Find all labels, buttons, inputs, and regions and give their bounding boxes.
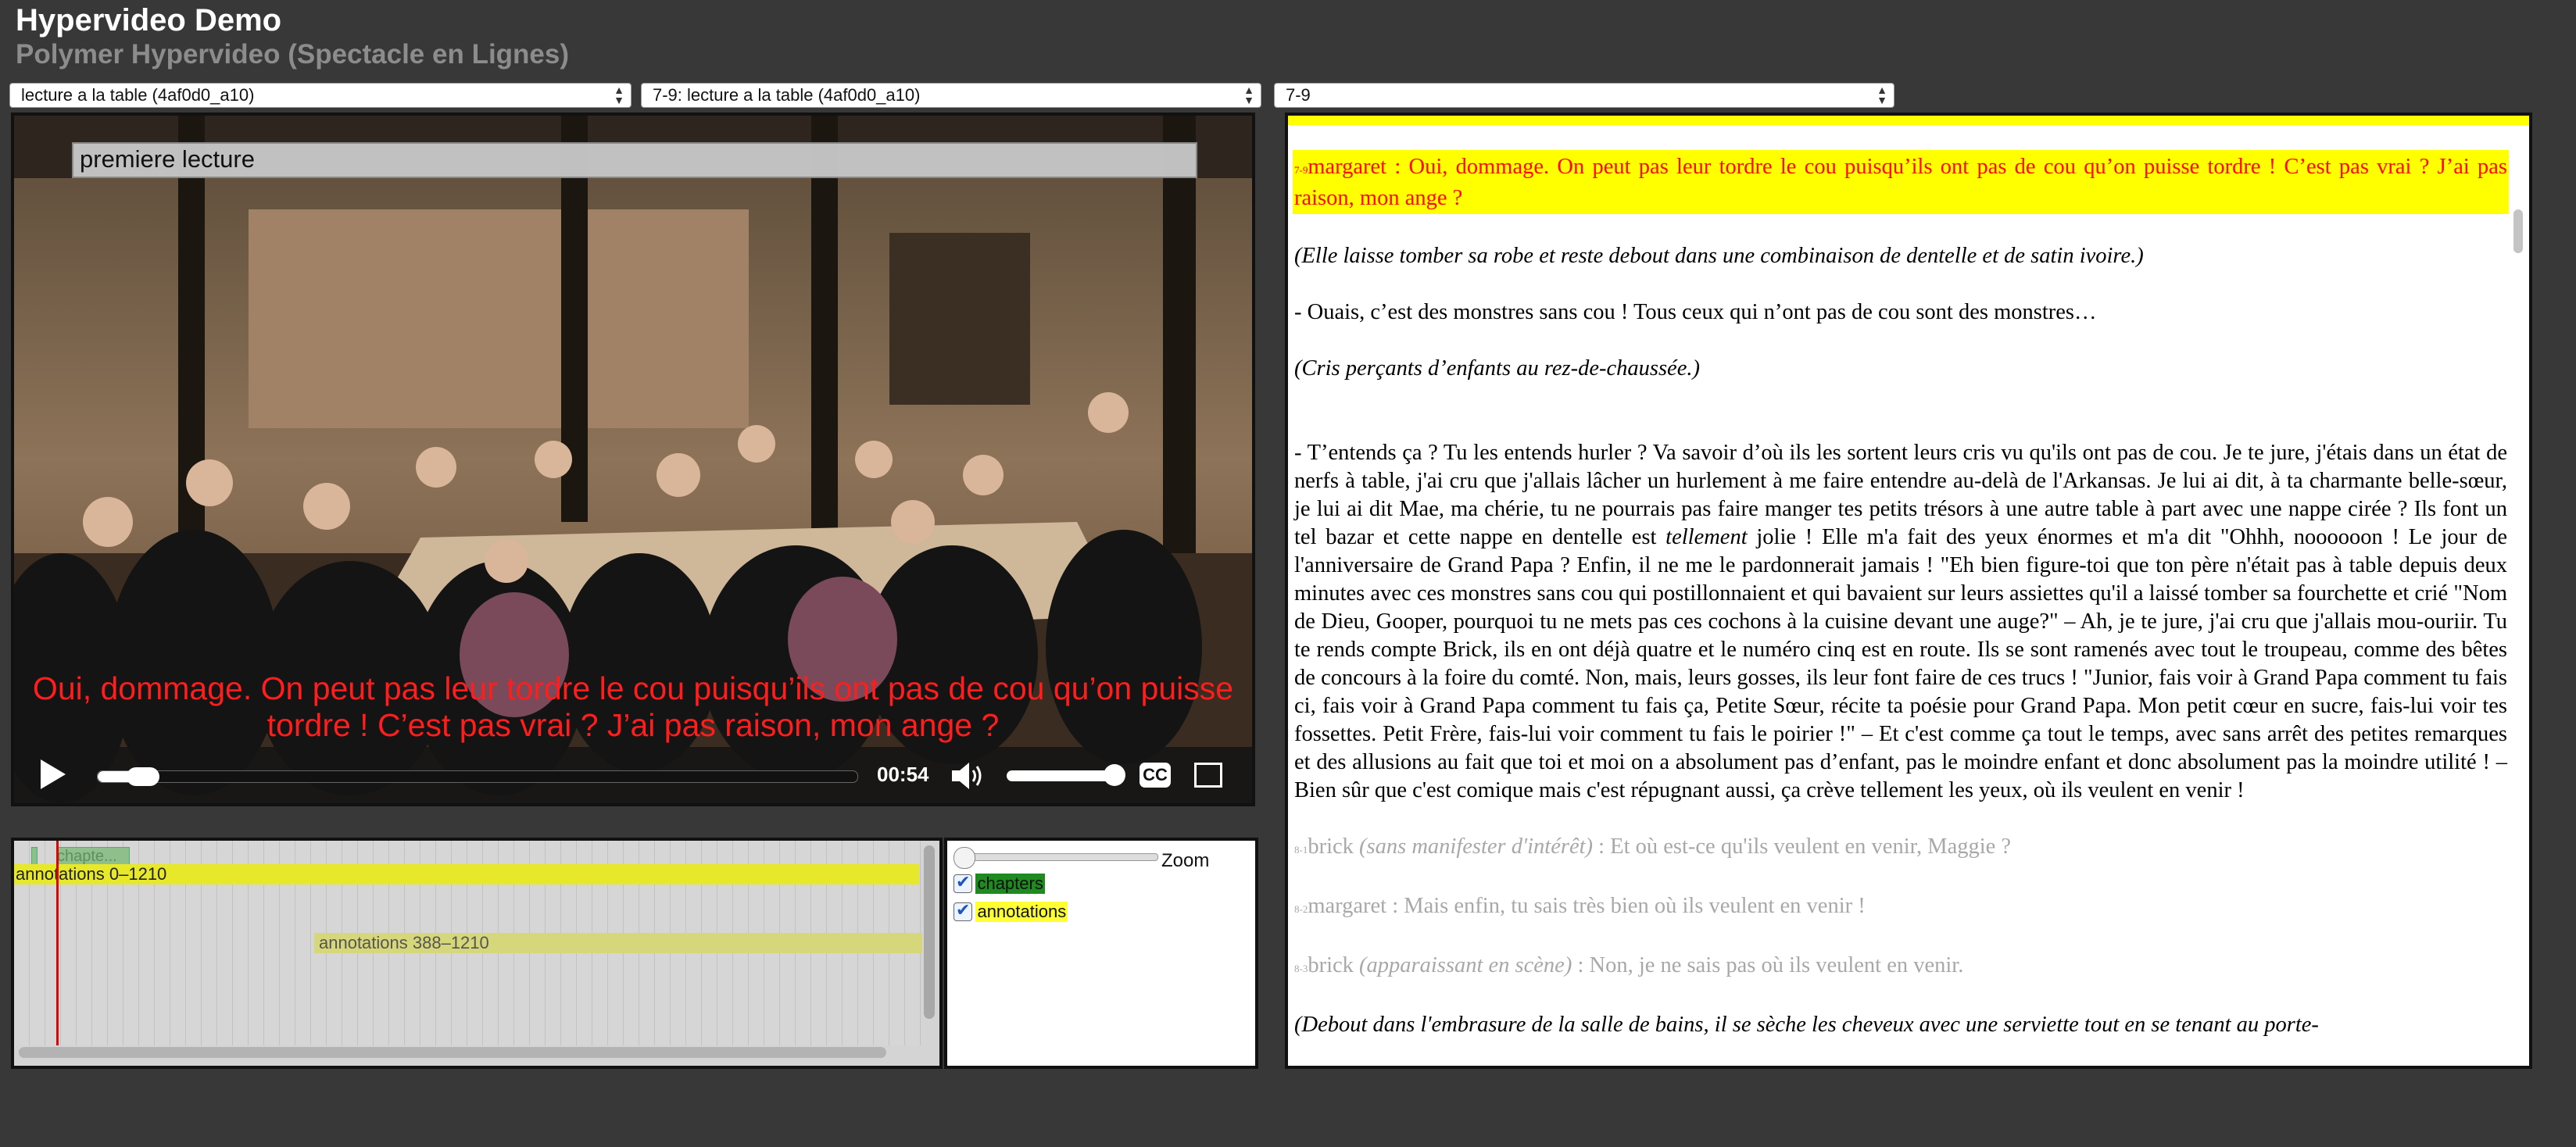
speaker: brick: [1308, 953, 1360, 977]
volume-icon[interactable]: [949, 761, 986, 791]
line-text: : Et où est-ce qu'ils veulent en venir, …: [1593, 834, 2012, 859]
annotation-select[interactable]: 7-9: lecture a la table (4af0d0_a10) ▲ ▼: [641, 83, 1261, 108]
fullscreen-icon[interactable]: [1194, 763, 1222, 788]
video-select[interactable]: lecture a la table (4af0d0_a10) ▲ ▼: [9, 83, 631, 108]
monologue-emphasis: tellement: [1665, 525, 1748, 549]
select-arrows-icon: ▲ ▼: [614, 84, 624, 106]
legend-label-chapters: chapters: [975, 874, 1045, 894]
video-select-value: lecture a la table (4af0d0_a10): [21, 85, 255, 105]
transcript-scrollbar[interactable]: [2513, 209, 2523, 253]
line-text: : Non, je ne sais pas où ils veulent en …: [1572, 953, 1964, 977]
segment-select[interactable]: 7-9 ▲ ▼: [1274, 83, 1894, 108]
line-number: 8-3: [1294, 963, 1308, 974]
video-caption: Oui, dommage. On peut pas leur tordre le…: [32, 670, 1234, 743]
timeline-annotations-range[interactable]: annotations 388–1210: [314, 933, 922, 953]
chapter-overlay: premiere lecture: [72, 142, 1197, 178]
app-title: Hypervideo Demo: [16, 3, 282, 38]
timeline-chapter[interactable]: chapte...: [56, 847, 130, 866]
timeline-annotations-all[interactable]: annotations 0–1210: [14, 864, 919, 884]
line-number: 7-9: [1294, 164, 1308, 176]
transcript-line[interactable]: 8-3brick (apparaissant en scène) : Non, …: [1293, 952, 2509, 983]
speaker: brick: [1308, 834, 1360, 859]
timeline-legend: Zoom chapters annotations: [944, 838, 1258, 1069]
transcript-highlight-band: [1288, 116, 2529, 125]
transcript-panel[interactable]: 7-9margaret : Oui, dommage. On peut pas …: [1285, 113, 2532, 1069]
transcript-line[interactable]: 8-1brick (sans manifester d'intérêt) : E…: [1293, 833, 2509, 864]
app-subtitle: Polymer Hypervideo (Spectacle en Lignes): [16, 39, 570, 70]
play-icon[interactable]: [41, 759, 66, 789]
stage-direction: (Cris perçants d’enfants au rez-de-chaus…: [1294, 356, 1700, 381]
monologue-text-b: jolie ! Elle m'a fait des yeux énormes e…: [1294, 525, 2507, 802]
select-arrows-icon: ▲ ▼: [1877, 84, 1887, 106]
legend-item-annotations[interactable]: annotations: [953, 900, 1068, 925]
time-display: 00:54: [877, 763, 929, 786]
chapters-checkbox[interactable]: [953, 872, 972, 893]
zoom-slider[interactable]: [957, 853, 1158, 861]
legend-label-annotations: annotations: [975, 902, 1068, 922]
transcript-monologue: - T’entends ça ? Tu les entends hurler ?…: [1293, 439, 2509, 805]
closed-captions-icon[interactable]: CC: [1140, 763, 1171, 788]
timeline-playhead[interactable]: [56, 841, 59, 1045]
transcript-line: - Ouais, c’est des monstres sans cou ! T…: [1294, 300, 2097, 324]
timeline-vertical-scrollbar[interactable]: [924, 845, 935, 1019]
transcript-line-current[interactable]: 7-9margaret : Oui, dommage. On peut pas …: [1293, 150, 2509, 214]
volume-knob[interactable]: [1104, 764, 1125, 786]
stage-direction: (Elle laisse tomber sa robe et reste deb…: [1294, 244, 2144, 268]
line-number: 8-2: [1294, 903, 1308, 915]
annotations-checkbox[interactable]: [953, 900, 972, 921]
stage-direction-inline: (apparaissant en scène): [1359, 953, 1572, 977]
stage-direction-inline: (sans manifester d'intérêt): [1359, 834, 1594, 859]
video-player[interactable]: premiere lecture Oui, dommage. On peut p…: [11, 113, 1255, 806]
zoom-knob[interactable]: [953, 847, 975, 869]
timeline-chapter-marker[interactable]: [31, 847, 38, 866]
line-text: margaret : Oui, dommage. On peut pas leu…: [1294, 155, 2507, 210]
zoom-label: Zoom: [1161, 850, 1210, 871]
transcript: 7-9margaret : Oui, dommage. On peut pas …: [1293, 150, 2509, 1066]
segment-select-value: 7-9: [1286, 85, 1311, 105]
legend-item-chapters[interactable]: chapters: [953, 872, 1045, 897]
stage-direction: (Debout dans l'embrasure de la salle de …: [1294, 1013, 2319, 1037]
progress-bar[interactable]: [97, 767, 858, 786]
line-number: 8-1: [1294, 844, 1308, 856]
annotation-select-value: 7-9: lecture a la table (4af0d0_a10): [653, 85, 921, 105]
timeline-horizontal-scrollbar[interactable]: [19, 1047, 886, 1058]
video-controls: 00:54 CC: [14, 747, 1252, 803]
transcript-line[interactable]: 8-2margaret : Mais enfin, tu sais très b…: [1293, 892, 2509, 924]
select-arrows-icon: ▲ ▼: [1243, 84, 1254, 106]
progress-knob[interactable]: [127, 767, 160, 786]
line-text: margaret : Mais enfin, tu sais très bien…: [1308, 894, 1866, 918]
timeline[interactable]: chapte... annotations 0–1210 annotations…: [11, 838, 943, 1069]
volume-slider[interactable]: [1007, 770, 1116, 781]
